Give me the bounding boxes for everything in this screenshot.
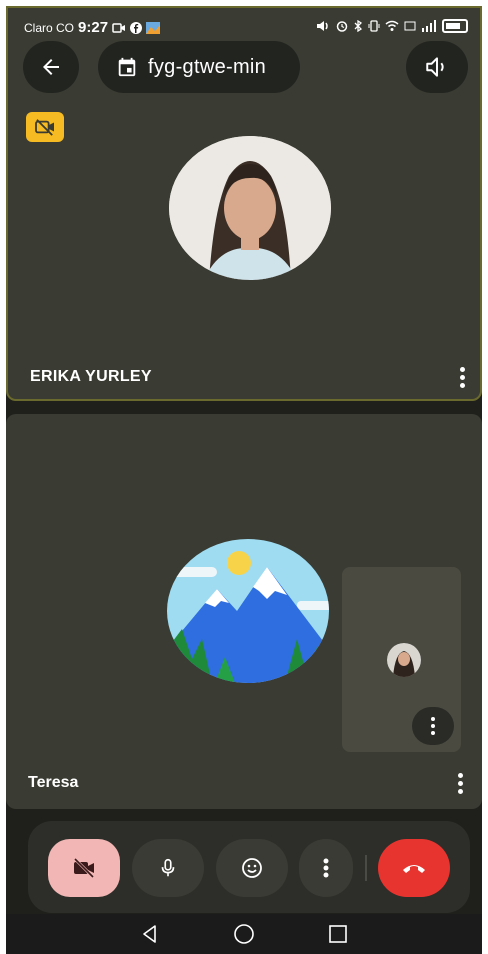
volte-icon <box>404 21 416 31</box>
video-notification-icon <box>112 22 126 33</box>
facebook-notification-icon <box>130 21 143 34</box>
participant-options-button[interactable] <box>452 362 472 392</box>
nav-recents-icon <box>329 925 347 943</box>
calendar-icon <box>118 57 136 77</box>
more-vert-icon <box>431 717 435 735</box>
signal-icon <box>422 20 436 32</box>
participant-tile-teresa[interactable]: Teresa <box>6 414 482 809</box>
back-button[interactable] <box>23 41 79 93</box>
more-options-button[interactable] <box>299 839 353 897</box>
participant-name: ERIKA YURLEY <box>30 368 152 385</box>
self-view-tile[interactable] <box>342 567 461 752</box>
more-vert-icon <box>323 858 329 878</box>
nav-back-button[interactable] <box>138 922 162 946</box>
call-controls-bar <box>28 821 470 913</box>
camera-toggle-button[interactable] <box>48 839 120 897</box>
self-view-options-button[interactable] <box>412 707 454 745</box>
mic-icon <box>161 858 175 877</box>
self-view-avatar <box>387 643 421 677</box>
participant-avatar-photo <box>169 136 331 280</box>
more-vert-icon <box>459 366 465 372</box>
camera-off-badge <box>26 112 64 142</box>
participant-name: Teresa <box>28 774 79 791</box>
reactions-button[interactable] <box>216 839 288 897</box>
meeting-code: fyg-gtwe-min <box>148 55 267 78</box>
system-navigation-bar <box>6 914 482 954</box>
alarm-icon <box>336 21 348 32</box>
meeting-info-chip[interactable]: fyg-gtwe-min <box>98 41 300 93</box>
battery-icon <box>442 19 468 33</box>
app-notification-icon <box>146 21 161 34</box>
arrow-left-icon <box>43 59 59 75</box>
nav-home-icon <box>234 924 254 944</box>
vibrate-icon <box>317 21 328 31</box>
call-end-icon <box>403 865 425 873</box>
audio-output-button[interactable] <box>406 41 468 93</box>
camera-off-icon <box>35 119 54 136</box>
more-vert-icon <box>457 772 463 778</box>
carrier-name: Claro CO <box>24 20 75 35</box>
speaker-icon <box>426 57 444 77</box>
camera-off-icon <box>73 857 95 879</box>
status-bar: Claro CO 9:27 <box>6 6 482 46</box>
participant-avatar-illustration <box>167 539 329 683</box>
nav-back-icon <box>143 925 156 943</box>
nav-home-button[interactable] <box>232 922 256 946</box>
status-time: 9:27 <box>78 19 109 36</box>
end-call-button[interactable] <box>378 839 450 897</box>
nav-recents-button[interactable] <box>326 922 350 946</box>
vibrate-mode-icon <box>368 20 380 32</box>
wifi-icon <box>385 20 399 31</box>
phone-screen: ERIKA YURLEY Claro CO 9:27 fyg-gtwe-min … <box>6 6 482 954</box>
controls-divider <box>365 855 367 881</box>
emoji-icon <box>242 858 262 878</box>
participant-options-button[interactable] <box>450 768 470 798</box>
microphone-toggle-button[interactable] <box>132 839 204 897</box>
bluetooth-icon <box>354 20 363 32</box>
